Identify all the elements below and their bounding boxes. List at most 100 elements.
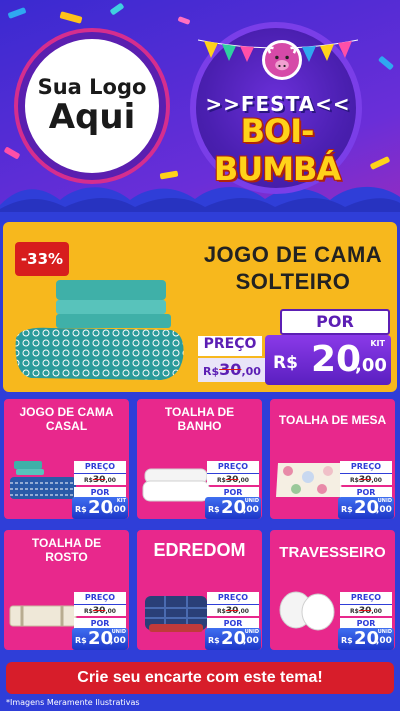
price-unit: KIT	[370, 339, 385, 348]
old-price-cents: ,00	[238, 477, 249, 484]
disclaimer-text: *Imagens Meramente Ilustrativas	[6, 698, 140, 707]
price-tag: R$ 20,00 UNID	[338, 628, 394, 650]
product-card[interactable]: TOALHA DE BANHO PREÇO R$30,00 POR R$ 20,00 UNI…	[135, 397, 264, 521]
featured-title-line2: SOLTEIRO	[235, 268, 351, 294]
price-cents: ,00	[355, 355, 387, 376]
old-price-currency: R$	[84, 608, 93, 615]
price-currency: R$	[75, 636, 87, 645]
price-tag: R$ 20,00 UNID	[72, 628, 128, 650]
old-price-cents: ,00	[105, 477, 116, 484]
discount-badge: -33%	[15, 242, 69, 276]
old-price-cents: ,00	[371, 477, 382, 484]
product-card[interactable]: TOALHA DE MESA PREÇO R$30,00 POR R$ 20,00 UNID	[268, 397, 397, 521]
old-price-value: 30	[358, 606, 372, 616]
old-price-currency: R$	[84, 477, 93, 484]
old-price: R$30,00	[74, 473, 126, 485]
old-price-value: 30	[358, 475, 372, 485]
preco-label: PREÇO	[340, 461, 392, 473]
old-price-value: 30	[92, 606, 106, 616]
price-unit: UNID	[244, 629, 259, 635]
product-title: TOALHA DE MESA	[278, 413, 387, 427]
header: Sua Logo Aqui >>FESTA<< BOI-BUMBÁ	[0, 0, 400, 215]
price-unit: UNID	[377, 498, 392, 504]
old-price-currency: R$	[217, 608, 226, 615]
product-title: EDREDOM	[153, 540, 246, 560]
price-cents: ,00	[376, 505, 392, 515]
product-card[interactable]: EDREDOM PREÇO R$30,00 POR R$ 20,00 UNID	[135, 528, 264, 652]
old-price-value: 30	[219, 360, 242, 379]
old-price-value: 30	[225, 606, 239, 616]
bedding-set-image	[15, 280, 184, 380]
price-currency: R$	[208, 505, 220, 514]
old-price-cents: ,00	[241, 365, 261, 378]
flyer-page: Sua Logo Aqui >>FESTA<< BOI-BUMBÁ -33% J…	[0, 0, 400, 711]
preco-label: PREÇO	[74, 592, 126, 604]
product-image	[10, 461, 76, 499]
confetti	[177, 16, 191, 25]
product-card[interactable]: TRAVESSEIRO PREÇO R$30,00 POR R$ 20,00 UNID	[268, 528, 397, 652]
product-image	[142, 468, 210, 502]
product-image	[276, 463, 342, 497]
preco-label: PREÇO	[207, 461, 259, 473]
confetti	[3, 146, 21, 160]
logo-text-line2: Aqui	[48, 96, 136, 137]
price-unit: UNID	[244, 498, 259, 504]
price-tag: R$ 20,00 UNID	[205, 497, 261, 519]
price-cents: ,00	[243, 636, 259, 646]
old-price-cents: ,00	[238, 608, 249, 615]
old-price-value: 30	[225, 475, 239, 485]
por-label: POR	[280, 309, 390, 335]
logo-text-line1: Sua Logo	[37, 74, 147, 99]
price-unit: UNID	[111, 629, 126, 635]
old-price: R$30,00	[74, 604, 126, 616]
price-cents: ,00	[376, 636, 392, 646]
product-image	[145, 596, 207, 632]
price-tag: R$ 20 ,00 KIT	[265, 335, 391, 385]
confetti	[7, 7, 27, 19]
preco-label: PREÇO	[340, 592, 392, 604]
price-value: 20	[311, 339, 362, 380]
old-price-currency: R$	[203, 365, 220, 378]
create-flyer-banner[interactable]: Crie seu encarte com este tema!	[6, 662, 394, 694]
old-price-cents: ,00	[105, 608, 116, 615]
old-price-currency: R$	[217, 477, 226, 484]
old-price-value: 30	[92, 475, 106, 485]
price-currency: R$	[208, 636, 220, 645]
product-title: TOALHA DE BANHO	[164, 405, 235, 434]
price-currency: R$	[341, 636, 353, 645]
product-image	[9, 605, 77, 627]
price-tag: R$ 20,00 KIT	[72, 497, 128, 519]
preco-label: PREÇO	[198, 336, 262, 356]
price-tag: R$ 20,00 UNID	[338, 497, 394, 519]
product-card[interactable]: JOGO DE CAMA CASAL PREÇO R$30,00 POR R$ 20,00…	[2, 397, 131, 521]
confetti	[377, 55, 395, 71]
price-currency: R$	[75, 505, 87, 514]
product-title: TRAVESSEIRO	[279, 544, 386, 561]
featured-title: JOGO DE CAMA SOLTEIRO	[193, 242, 393, 296]
confetti	[109, 2, 125, 16]
price-tag: R$ 20,00 UNID	[205, 628, 261, 650]
confetti	[59, 11, 83, 24]
old-price: R$30,00	[207, 604, 259, 616]
old-price-cents: ,00	[371, 608, 382, 615]
logo-placeholder: Sua Logo Aqui	[18, 32, 166, 180]
old-price: R$30,00	[340, 473, 392, 485]
price-cents: ,00	[243, 505, 259, 515]
confetti	[369, 156, 391, 170]
price-currency: R$	[273, 353, 298, 373]
price-unit: KIT	[116, 498, 126, 504]
price-currency: R$	[341, 505, 353, 514]
product-title: TOALHA DE ROSTO	[31, 536, 102, 565]
product-image	[279, 591, 335, 631]
preco-label: PREÇO	[74, 461, 126, 473]
old-price: R$30,00	[340, 604, 392, 616]
featured-title-line1: JOGO DE CAMA	[203, 242, 383, 267]
old-price: R$30,00	[207, 473, 259, 485]
boi-bumba-title: BOI-BUMBÁ	[213, 112, 341, 188]
product-card[interactable]: TOALHA DE ROSTO PREÇO R$30,00 POR R$ 20,00 UNI…	[2, 528, 131, 652]
old-price: R$30,00	[198, 358, 266, 382]
price-cents: ,00	[110, 505, 126, 515]
price-unit: UNID	[377, 629, 392, 635]
old-price-currency: R$	[350, 608, 359, 615]
preco-label: PREÇO	[207, 592, 259, 604]
